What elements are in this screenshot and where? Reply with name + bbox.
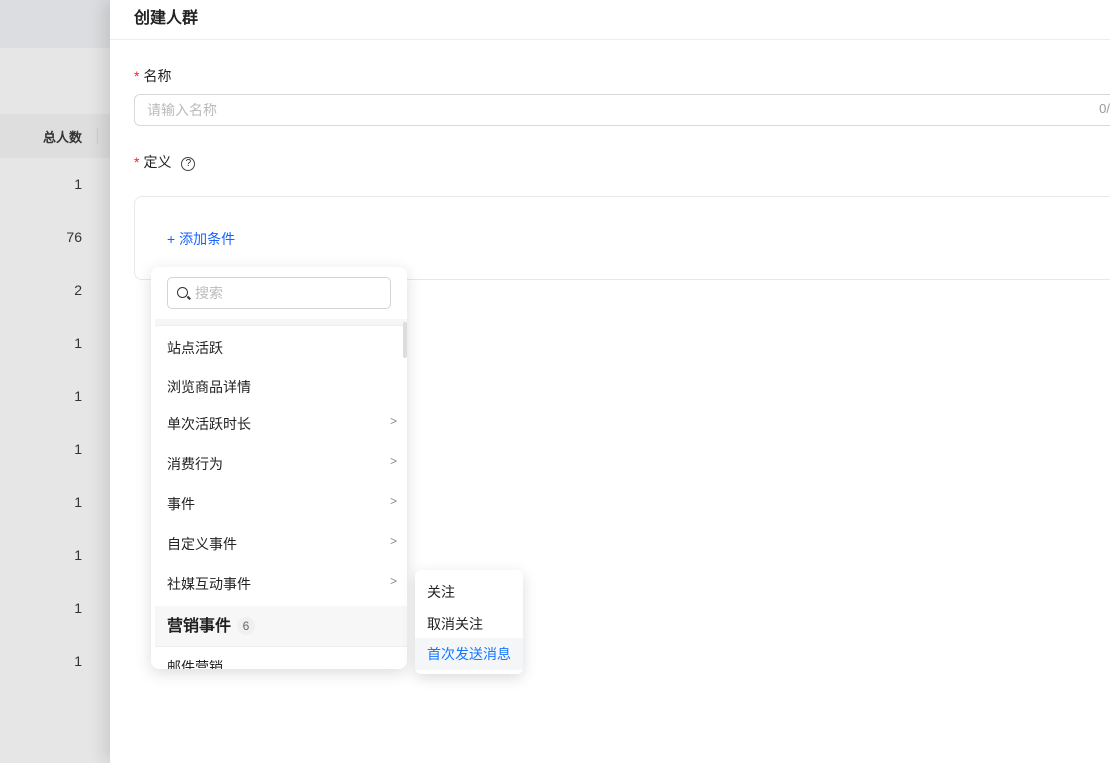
name-label: * 名称 — [134, 68, 172, 84]
help-icon[interactable]: ? — [181, 157, 196, 171]
background-header — [0, 0, 110, 48]
total-count-cell: 1 — [74, 388, 82, 404]
drawer-title: 创建人群 — [134, 10, 199, 27]
divider — [110, 39, 1110, 40]
total-count-cell: 1 — [74, 335, 82, 351]
menu-item[interactable]: 邮件营销 — [167, 657, 397, 669]
search-input[interactable]: 搜索 — [167, 277, 391, 309]
chevron-right-icon: > — [389, 414, 397, 428]
menu-item[interactable]: 浏览商品详情 — [167, 377, 397, 397]
menu-item[interactable]: 单次活跃时长 > — [167, 414, 397, 434]
name-char-count: 0/ — [1099, 101, 1110, 116]
add-condition-button[interactable]: + 添加条件 — [167, 229, 235, 249]
name-input[interactable]: 请输入名称 — [134, 94, 1110, 126]
total-count-cell: 1 — [74, 441, 82, 457]
submenu: 关注 取消关注 首次发送消息 — [415, 570, 523, 674]
menu-item[interactable]: 社媒互动事件 > — [167, 574, 397, 594]
menu-item[interactable]: 自定义事件 > — [167, 534, 397, 554]
scrollbar[interactable] — [403, 322, 407, 358]
submenu-item[interactable]: 关注 — [427, 582, 455, 602]
chevron-right-icon: > — [389, 494, 397, 508]
total-count-cell: 76 — [66, 229, 82, 245]
total-count-cell: 1 — [74, 653, 82, 669]
chevron-right-icon: > — [389, 454, 397, 468]
chevron-right-icon: > — [389, 574, 397, 588]
count-badge: 6 — [237, 617, 256, 635]
definition-label: * 定义? — [134, 152, 196, 172]
menu-item[interactable]: 站点活跃 — [167, 338, 397, 358]
menu-item[interactable]: 消费行为 > — [167, 454, 397, 474]
condition-dropdown: 搜索 站点活跃浏览商品详情 单次活跃时长 > 消费行为 > 事件 > 自定义事件 > 社媒互动事件… — [151, 267, 407, 669]
total-count-cell: 1 — [74, 494, 82, 510]
menu-item[interactable]: 事件 > — [167, 494, 397, 514]
column-header-total: 总人数 — [0, 114, 110, 158]
total-count-cell: 1 — [74, 176, 82, 192]
chevron-right-icon: > — [389, 534, 397, 548]
submenu-item-active[interactable]: 首次发送消息 — [415, 638, 523, 670]
divider — [155, 319, 407, 326]
group-header-marketing: 营销事件 6 — [155, 606, 407, 647]
total-count-cell: 1 — [74, 600, 82, 616]
total-count-cell: 2 — [74, 282, 82, 298]
total-count-cell: 1 — [74, 547, 82, 563]
submenu-item[interactable]: 取消关注 — [427, 614, 483, 634]
search-icon — [177, 287, 188, 298]
